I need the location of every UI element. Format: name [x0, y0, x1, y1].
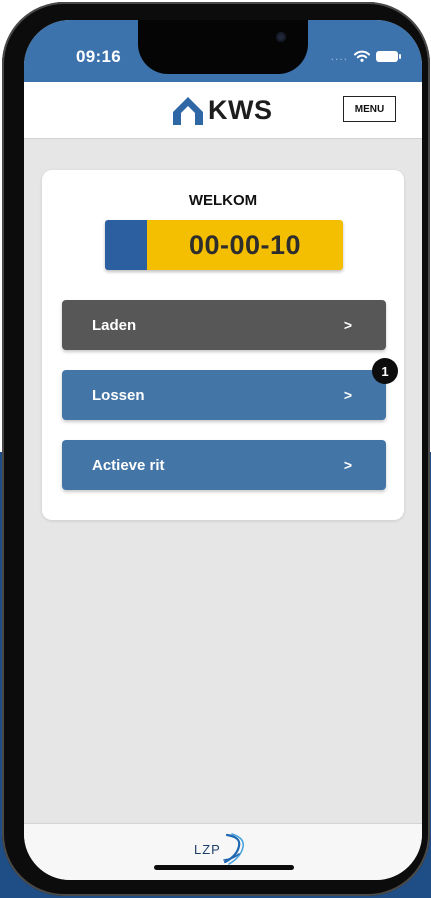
signal-dots: .... — [330, 49, 348, 63]
lzp-logo: LZP — [194, 832, 247, 866]
lzp-swoosh-icon — [223, 833, 244, 865]
front-camera — [276, 32, 286, 42]
phone-frame: 09:16 .... KWS MENU WELKOM 00-00-10 Lade… — [2, 2, 430, 896]
lzp-logo-text: LZP — [194, 841, 221, 857]
home-indicator[interactable] — [154, 865, 294, 870]
lossen-label: Lossen — [92, 387, 145, 404]
battery-icon — [376, 50, 401, 62]
status-icons: .... — [330, 48, 401, 64]
app-header: KWS MENU — [24, 82, 422, 139]
chevron-right-icon: > — [343, 317, 352, 333]
kws-house-icon — [173, 97, 203, 125]
wifi-icon — [354, 50, 370, 62]
welcome-card: WELKOM 00-00-10 Laden > Lossen > 1 Actie… — [42, 170, 404, 520]
app-footer: LZP — [24, 823, 422, 880]
laden-label: Laden — [92, 317, 137, 334]
laden-button[interactable]: Laden > — [62, 300, 386, 350]
welcome-title: WELKOM — [188, 192, 258, 209]
actieve-rit-button[interactable]: Actieve rit > — [62, 440, 386, 490]
status-bar: 09:16 .... — [24, 20, 422, 82]
logo-text: KWS — [208, 94, 273, 125]
kws-logo: KWS — [171, 94, 273, 126]
chevron-right-icon: > — [343, 457, 352, 473]
plate-number: 00-00-10 — [147, 220, 343, 270]
plate-country-strip — [105, 220, 147, 270]
chevron-right-icon: > — [343, 387, 352, 403]
actieve-rit-label: Actieve rit — [92, 457, 165, 474]
status-time: 09:16 — [76, 47, 121, 66]
lossen-button[interactable]: Lossen > 1 — [62, 358, 398, 420]
notch — [138, 20, 308, 74]
notification-badge: 1 — [372, 358, 398, 384]
menu-button[interactable]: MENU — [343, 96, 396, 122]
license-plate: 00-00-10 — [105, 220, 343, 270]
phone-screen: 09:16 .... KWS MENU WELKOM 00-00-10 Lade… — [24, 20, 422, 880]
